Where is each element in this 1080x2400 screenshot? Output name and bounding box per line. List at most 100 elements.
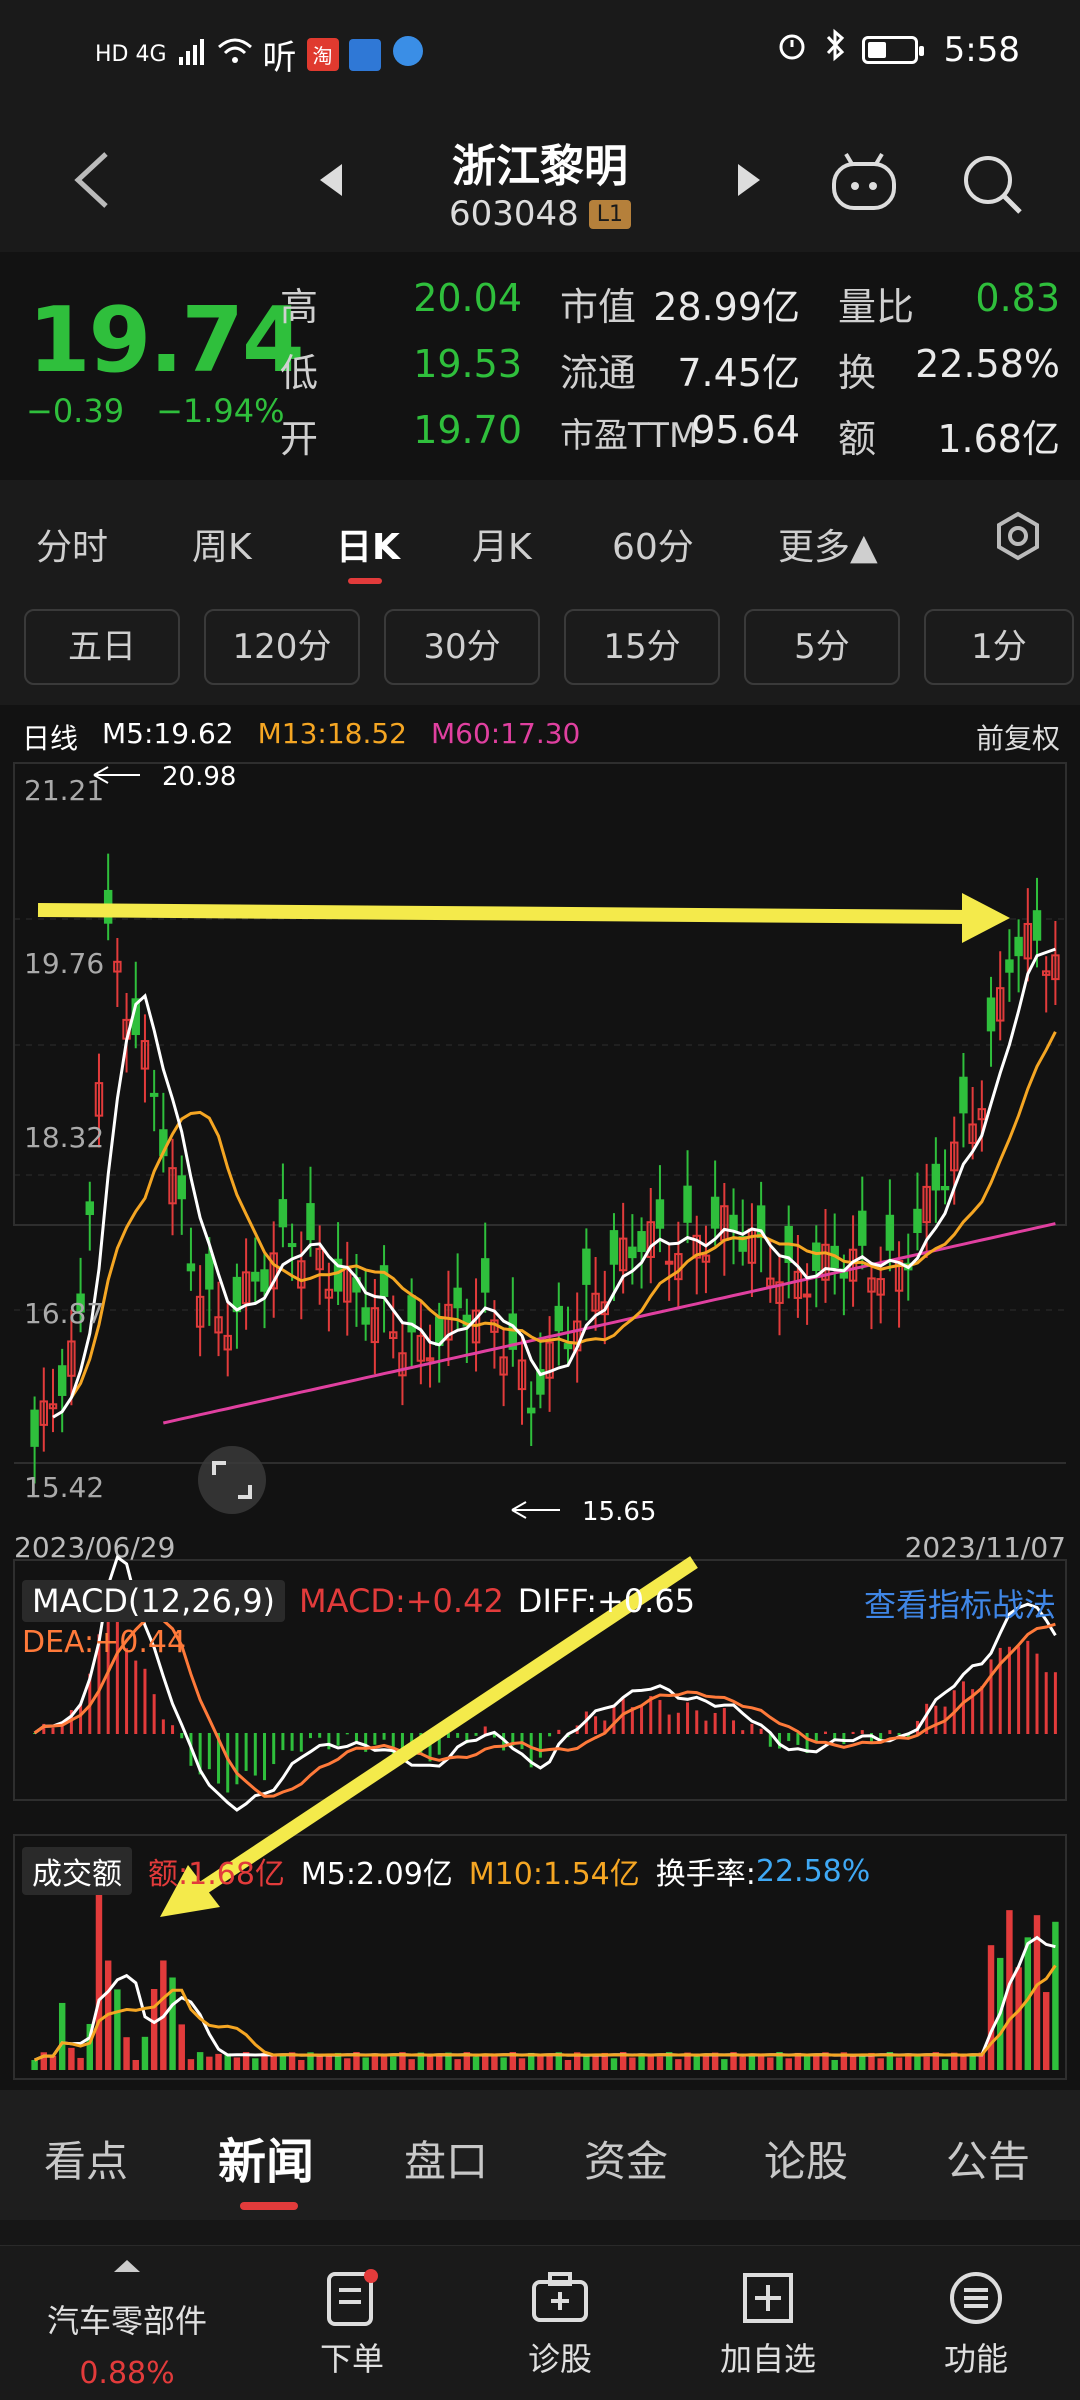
macd-bar bbox=[961, 1681, 965, 1734]
tab-news[interactable]: 新闻 bbox=[218, 2122, 314, 2192]
macd-bar bbox=[308, 1733, 312, 1739]
volratio-label: 量比 bbox=[838, 285, 915, 329]
stock-code-row: 603048 L1 bbox=[0, 194, 1080, 234]
macd-bar bbox=[980, 1686, 984, 1734]
tab-60min[interactable]: 60分 bbox=[612, 518, 694, 570]
low-value: 19.53 bbox=[413, 342, 522, 386]
candle-body bbox=[205, 1253, 214, 1290]
candle-body bbox=[683, 1185, 692, 1223]
next-stock-icon[interactable] bbox=[736, 162, 762, 198]
volume-bar bbox=[813, 2055, 820, 2070]
tab-weekly-k[interactable]: 周K bbox=[192, 518, 252, 570]
low-label: 低 bbox=[280, 351, 319, 395]
pe-label: 市盈TTM bbox=[560, 416, 699, 456]
y-tick-2: 19.76 bbox=[24, 947, 104, 980]
calendar-app-icon bbox=[348, 38, 381, 71]
volume-bar bbox=[298, 2059, 305, 2070]
dea-value: DEA:+0.44 bbox=[22, 1625, 187, 1660]
tab-daily-k[interactable]: 日K bbox=[336, 518, 400, 570]
volume-bar bbox=[279, 2055, 287, 2070]
assistant-robot-icon[interactable] bbox=[828, 150, 900, 214]
volume-bar bbox=[859, 2054, 866, 2070]
date-start: 2023/06/29 bbox=[14, 1531, 175, 1564]
macd-bar bbox=[382, 1733, 386, 1740]
volume-bar bbox=[187, 2059, 195, 2070]
volume-amount: 额:1.68亿 bbox=[148, 1857, 285, 1892]
volume-bar bbox=[390, 2056, 397, 2070]
open-label: 开 bbox=[280, 417, 319, 461]
turnover-label: 换 bbox=[838, 351, 877, 395]
subtab-5min[interactable]: 5分 bbox=[744, 609, 900, 685]
candle-body bbox=[913, 1208, 922, 1234]
candle-body bbox=[802, 1293, 812, 1298]
volume-m10-line bbox=[34, 1964, 1057, 2062]
wifi-icon bbox=[217, 37, 253, 73]
search-icon[interactable] bbox=[960, 152, 1024, 216]
tab-intraday[interactable]: 分时 bbox=[36, 518, 108, 570]
nav-add-watchlist[interactable]: 加自选 bbox=[688, 2266, 848, 2380]
volume-bar bbox=[610, 2058, 618, 2070]
volume-bar bbox=[362, 2057, 369, 2070]
listen-app-icon: 听 bbox=[262, 38, 297, 78]
macd-bar bbox=[796, 1733, 800, 1745]
macd-bar bbox=[722, 1708, 726, 1734]
volume-bar bbox=[206, 2056, 213, 2070]
macd-bar bbox=[860, 1730, 864, 1734]
candle-body bbox=[481, 1258, 490, 1293]
volume-bar bbox=[564, 2059, 572, 2070]
candle-body bbox=[1014, 936, 1023, 957]
subtab-120min[interactable]: 120分 bbox=[204, 609, 360, 685]
macd-bar bbox=[152, 1694, 156, 1734]
chart-settings-icon[interactable] bbox=[992, 510, 1044, 562]
nav-diagnose[interactable]: 诊股 bbox=[480, 2266, 640, 2380]
tab-orderbook[interactable]: 盘口 bbox=[404, 2128, 488, 2189]
tab-forum[interactable]: 论股 bbox=[764, 2128, 848, 2189]
mcap-value: 28.99亿 bbox=[653, 285, 800, 329]
candle-body bbox=[628, 1246, 637, 1259]
subtab-15min[interactable]: 15分 bbox=[564, 609, 720, 685]
volume-bar bbox=[803, 2054, 811, 2070]
open-value: 19.70 bbox=[413, 408, 522, 452]
candle-body bbox=[177, 1175, 186, 1200]
macd-selector[interactable]: MACD(12,26,9) bbox=[22, 1580, 286, 1622]
sector-change: 0.88% bbox=[79, 2356, 175, 2391]
candle-body bbox=[251, 1271, 260, 1282]
volume-bar bbox=[49, 2055, 57, 2070]
high-value: 20.04 bbox=[413, 276, 522, 320]
macd-bar bbox=[336, 1733, 340, 1746]
candle-body bbox=[554, 1305, 564, 1332]
tab-monthly-k[interactable]: 月K bbox=[472, 518, 532, 570]
volume-bar bbox=[693, 2055, 700, 2070]
volume-bar bbox=[141, 2036, 149, 2070]
volume-bar bbox=[178, 2024, 185, 2070]
tab-announcements[interactable]: 公告 bbox=[946, 2128, 1030, 2189]
stock-name: 浙江黎明 bbox=[452, 141, 628, 192]
volume-bar bbox=[629, 2057, 636, 2070]
add-icon bbox=[743, 2273, 793, 2323]
macd-bar bbox=[456, 1733, 460, 1738]
tab-more[interactable]: 更多▲ bbox=[778, 518, 878, 570]
nav-functions[interactable]: 功能 bbox=[896, 2266, 1056, 2380]
info-tabs: 看点 新闻 盘口 资金 论股 公告 bbox=[0, 2090, 1080, 2220]
sector-info[interactable]: 汽车零部件 0.88% bbox=[22, 2258, 232, 2391]
tab-capital[interactable]: 资金 bbox=[584, 2128, 668, 2189]
dea-line bbox=[33, 1616, 1056, 1798]
nav-place-order[interactable]: 下单 bbox=[272, 2266, 432, 2380]
subtab-30min[interactable]: 30分 bbox=[384, 609, 540, 685]
fullscreen-icon[interactable] bbox=[198, 1446, 266, 1514]
subtab-1min[interactable]: 1分 bbox=[924, 609, 1074, 685]
date-end: 2023/11/07 bbox=[905, 1531, 1066, 1564]
kline-chart-area[interactable]: 日线 M5:19.62 M13:18.52 M60:17.30 前复权 21.2… bbox=[0, 705, 1080, 2090]
alarm-icon bbox=[776, 29, 808, 70]
macd-bar bbox=[180, 1733, 184, 1739]
volume-bar bbox=[969, 2055, 976, 2070]
volume-m5-line bbox=[34, 1935, 1056, 2062]
tab-highlights[interactable]: 看点 bbox=[44, 2128, 128, 2189]
volume-selector[interactable]: 成交额 bbox=[22, 1847, 132, 1895]
volume-bar bbox=[546, 2055, 553, 2070]
subtab-5day[interactable]: 五日 bbox=[24, 609, 180, 685]
macd-bar bbox=[888, 1730, 892, 1734]
volume-bar bbox=[987, 1945, 995, 2070]
volume-bar bbox=[408, 2059, 415, 2070]
indicator-strategy-link[interactable]: 查看指标战法 bbox=[864, 1580, 1056, 1626]
